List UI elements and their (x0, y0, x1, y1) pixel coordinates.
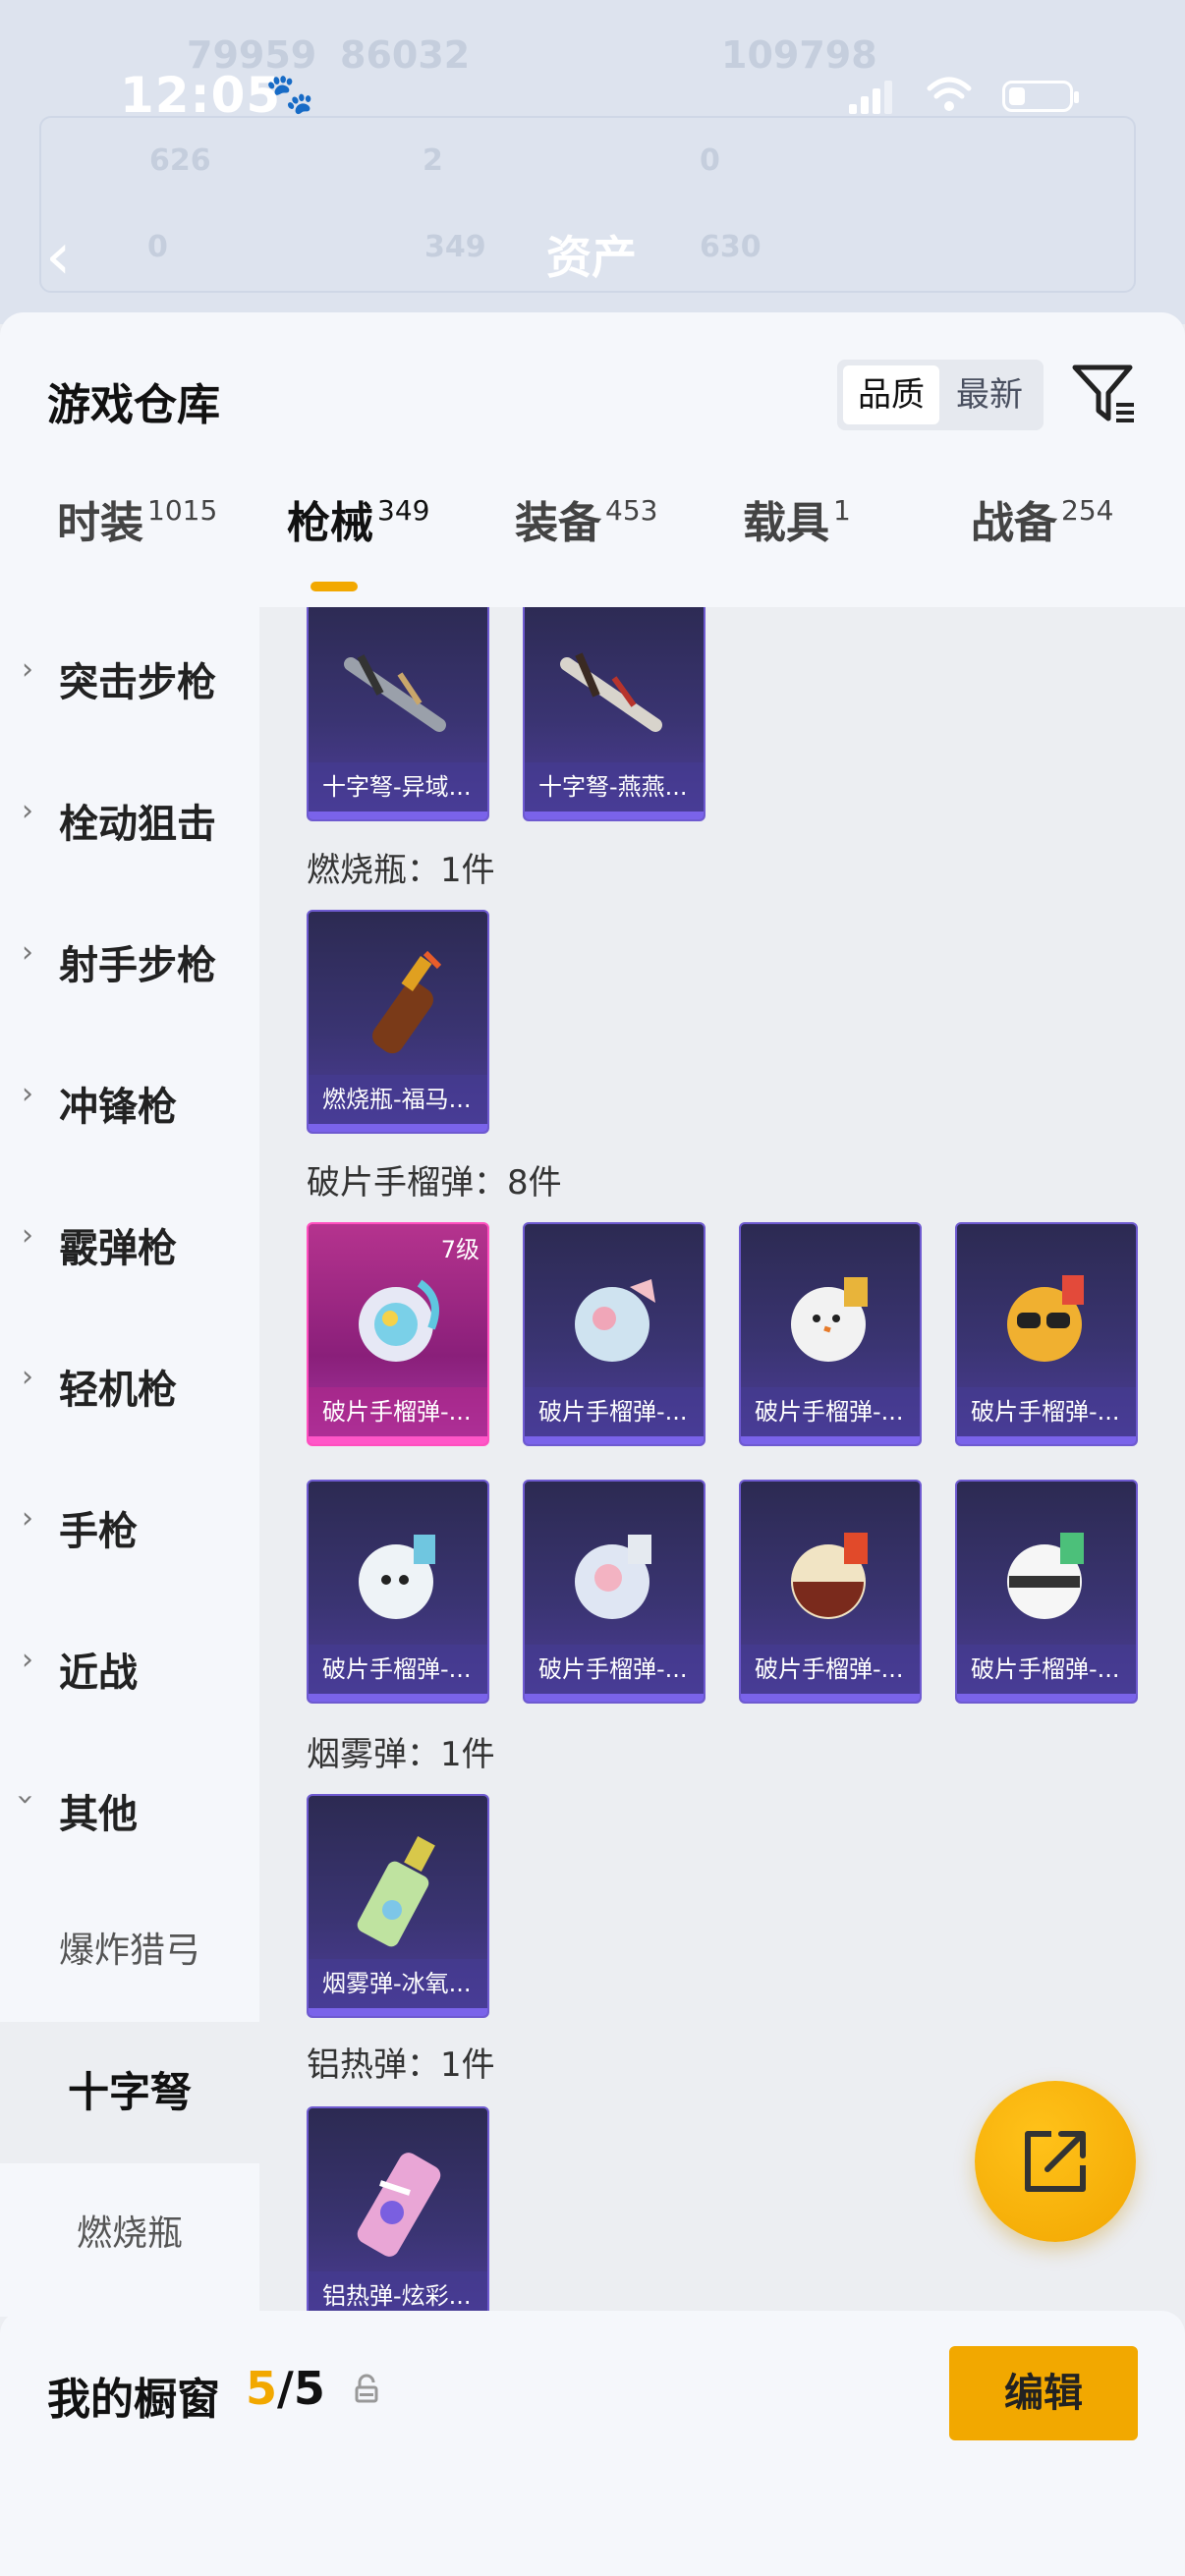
sidebar-item-melee[interactable]: › 近战 (0, 1597, 259, 1735)
grenade-icon (1007, 1533, 1084, 1619)
item-card[interactable]: 破片手榴弹-... (523, 1480, 705, 1704)
sidebar-item-marksman-rifle[interactable]: › 射手步枪 (0, 890, 259, 1028)
sidebar-subitem-explosive-bow[interactable]: 爆炸猎弓 (0, 1880, 259, 2022)
chevron-right-icon: › (22, 935, 33, 970)
chevron-right-icon: › (22, 1218, 33, 1253)
tab-vehicles[interactable]: 载具 1 (743, 487, 851, 550)
background-title: 资产 (546, 231, 637, 284)
active-tab-indicator (310, 582, 358, 591)
category-tabs: 时装 1015 枪械 349 装备 453 载具 1 战备 254 (0, 487, 1185, 595)
chevron-right-icon: › (22, 652, 33, 687)
item-card[interactable]: 破片手榴弹-... (955, 1480, 1138, 1704)
crossbow-icon (560, 652, 662, 732)
grenade-icon (1007, 1275, 1084, 1362)
sidebar-item-bolt-sniper[interactable]: › 栓动狙击 (0, 749, 259, 886)
background-stat: 109798 (721, 33, 877, 77)
section-title-molotov: 燃烧瓶：1件 (307, 851, 495, 890)
tab-fashion[interactable]: 时装 1015 (57, 487, 217, 550)
sidebar-subitem-crossbow[interactable]: 十字弩 (0, 2022, 259, 2163)
background-stat: 626 (149, 143, 211, 178)
item-card[interactable]: 破片手榴弹-... (955, 1222, 1138, 1446)
chevron-right-icon: › (22, 1501, 33, 1536)
item-card[interactable]: 烟雾弹-冰氧... (307, 1794, 489, 2018)
section-title-frag-grenade: 破片手榴弹：8件 (307, 1163, 562, 1203)
grenade-icon (791, 1533, 868, 1619)
background-stat: 349 (424, 230, 486, 264)
share-icon (1025, 2131, 1086, 2192)
edit-button[interactable]: 编辑 (949, 2346, 1138, 2440)
chevron-down-icon: › (8, 1793, 43, 1806)
sidebar-item-smg[interactable]: › 冲锋枪 (0, 1032, 259, 1169)
section-title-smoke-grenade: 烟雾弹：1件 (307, 1735, 495, 1774)
sort-newest-button[interactable]: 最新 (941, 365, 1038, 424)
showcase-count: 5/5 (246, 2362, 325, 2415)
sidebar-item-assault-rifle[interactable]: › 突击步枪 (0, 607, 259, 745)
background-stat: 0 (147, 230, 168, 264)
share-button[interactable] (975, 2081, 1136, 2242)
smoke-grenade-icon (357, 1836, 435, 1947)
sidebar-subitem-molotov[interactable]: 燃烧瓶 (0, 2163, 259, 2305)
lock-icon (355, 2374, 378, 2403)
background-stat: 2 (423, 143, 443, 178)
thermite-icon (357, 2153, 441, 2257)
grenade-icon (791, 1277, 868, 1362)
sort-quality-button[interactable]: 品质 (843, 365, 939, 424)
wifi-icon (927, 77, 972, 111)
item-card[interactable]: 破片手榴弹-... (523, 1222, 705, 1446)
sidebar-item-lmg[interactable]: › 轻机枪 (0, 1315, 259, 1452)
item-card[interactable]: 破片手榴弹-... (739, 1480, 922, 1704)
crossbow-icon (344, 654, 446, 732)
section-title-thermite: 铝热弹：1件 (307, 2045, 495, 2085)
grenade-icon (575, 1535, 651, 1619)
background-stat: 630 (700, 230, 762, 264)
chevron-right-icon: › (22, 1077, 33, 1111)
sidebar-item-other[interactable]: › 其他 (0, 1739, 259, 1876)
grenade-icon (359, 1279, 439, 1362)
tab-tactical[interactable]: 战备 254 (971, 487, 1113, 550)
item-card[interactable]: 燃烧瓶-福马... (307, 910, 489, 1134)
grenade-icon (575, 1279, 655, 1362)
signal-icon (849, 79, 894, 114)
background-page: 79959 86032 109798 626 2 0 0 349 630 12:… (0, 0, 1185, 324)
chevron-right-icon: › (22, 1360, 33, 1394)
tab-guns[interactable]: 枪械 349 (287, 487, 429, 550)
grenade-icon (359, 1535, 435, 1619)
filter-icon[interactable] (1069, 360, 1138, 428)
item-card[interactable]: 铝热弹-炫彩... (307, 2106, 489, 2317)
back-icon[interactable]: ‹ (45, 218, 71, 294)
sort-toggle: 品质 最新 (837, 360, 1044, 430)
sheet-title: 游戏仓库 (47, 380, 220, 430)
background-stat: 86032 (340, 33, 471, 77)
battery-icon (1002, 81, 1079, 112)
sidebar-item-shotgun[interactable]: › 霰弹枪 (0, 1173, 259, 1311)
status-time: 12:05 (120, 67, 282, 124)
showcase-label: 我的橱窗 (47, 2375, 220, 2425)
chevron-right-icon: › (22, 1643, 33, 1677)
tab-equipment[interactable]: 装备 453 (515, 487, 657, 550)
sheet-header: 游戏仓库 品质 最新 时装 1015 枪械 349 装备 453 载具 1 战备 254 (0, 312, 1185, 607)
molotov-icon (371, 950, 442, 1054)
item-card[interactable]: 十字弩-燕燕... (523, 607, 705, 821)
weapon-category-sidebar: › 突击步枪 › 栓动狙击 › 射手步枪 › 冲锋枪 › 霰弹枪 › 轻机枪 › 手枪 › 近战… (0, 607, 259, 2317)
paw-icon: 🐾 (265, 72, 314, 117)
item-card[interactable]: 7级 破片手榴弹-... (307, 1222, 489, 1446)
sidebar-item-pistol[interactable]: › 手枪 (0, 1456, 259, 1594)
item-card[interactable]: 破片手榴弹-... (739, 1222, 922, 1446)
chevron-right-icon: › (22, 794, 33, 828)
background-stat: 0 (700, 143, 720, 178)
showcase-bar: 我的橱窗 5/5 编辑 (0, 2311, 1185, 2576)
item-card[interactable]: 十字弩-异域... (307, 607, 489, 821)
item-card[interactable]: 破片手榴弹-... (307, 1480, 489, 1704)
item-grid: 十字弩-异域... 十字弩-燕燕... 燃烧瓶：1件 燃烧瓶-福马... 破片手… (259, 607, 1185, 2317)
